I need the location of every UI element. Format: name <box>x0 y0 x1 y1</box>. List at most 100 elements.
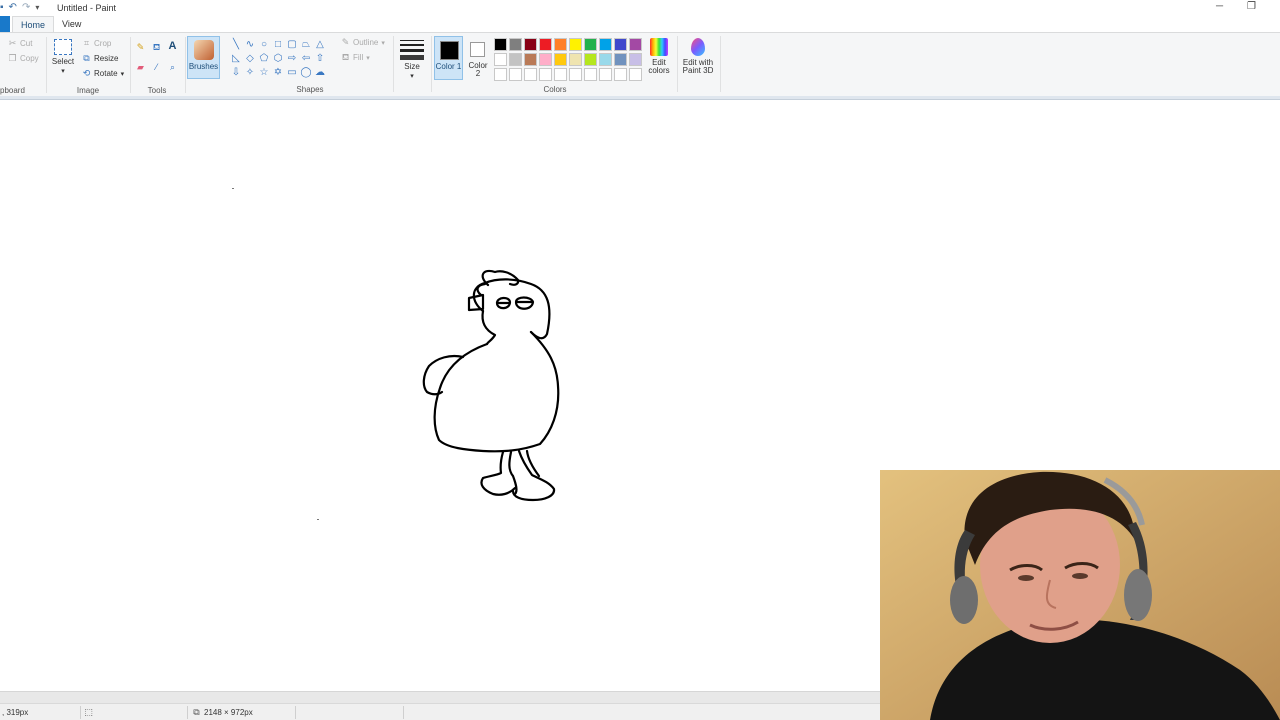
palette-color-swatch[interactable] <box>584 53 597 66</box>
right-triangle-shape-icon[interactable]: ◺ <box>229 52 243 66</box>
magnifier-tool[interactable]: ⌕ <box>168 63 177 72</box>
palette-color-swatch[interactable] <box>554 53 567 66</box>
callout-shape-icon[interactable]: ▭ <box>285 66 299 80</box>
shapes-gallery[interactable]: ╲ ∿ ○ □ ▢ ⏢ △ ◺ ◇ ⬠ ⬡ ⇨ ⇦ ⇧ ⇩ ✧ ☆ ✡ ▭ ◯ … <box>229 38 327 80</box>
rotate-button[interactable]: ⟲ Rotate ▾ <box>82 69 125 79</box>
fill-tool[interactable]: ⛾ <box>152 43 161 52</box>
status-separator <box>295 706 296 719</box>
select-button[interactable]: Select ▾ <box>50 39 76 76</box>
outline-dropdown[interactable]: ✎ Outline ▾ <box>341 38 385 48</box>
color-palette[interactable] <box>493 37 643 82</box>
four-point-star-shape-icon[interactable]: ✧ <box>243 66 257 80</box>
six-point-star-shape-icon[interactable]: ✡ <box>271 66 285 80</box>
status-separator <box>187 706 188 719</box>
save-icon[interactable]: ▪ <box>0 2 4 14</box>
palette-color-swatch[interactable] <box>599 38 612 51</box>
palette-color-swatch[interactable] <box>524 68 537 81</box>
crop-button[interactable]: ⌗ Crop <box>82 39 112 49</box>
polygon-shape-icon[interactable]: ⏢ <box>299 38 313 52</box>
resize-button[interactable]: ⧉ Resize <box>82 54 119 64</box>
scissors-icon: ✂ <box>8 38 17 48</box>
palette-color-swatch[interactable] <box>614 68 627 81</box>
palette-color-swatch[interactable] <box>599 53 612 66</box>
separator <box>431 36 432 92</box>
webcam-overlay <box>880 470 1280 720</box>
undo-icon[interactable]: ↶ <box>9 2 17 14</box>
palette-color-swatch[interactable] <box>569 68 582 81</box>
palette-color-swatch[interactable] <box>629 53 642 66</box>
separator <box>46 37 47 93</box>
brushes-button[interactable]: Brushes <box>187 36 220 79</box>
right-arrow-shape-icon[interactable]: ⇨ <box>285 52 299 66</box>
color1-swatch <box>440 41 459 60</box>
oval-callout-shape-icon[interactable]: ◯ <box>299 66 313 80</box>
up-arrow-shape-icon[interactable]: ⇧ <box>313 52 327 66</box>
palette-color-swatch[interactable] <box>494 68 507 81</box>
palette-color-swatch[interactable] <box>569 53 582 66</box>
size-button[interactable] <box>400 40 424 63</box>
cut-button[interactable]: ✂ Cut <box>8 38 33 49</box>
left-arrow-shape-icon[interactable]: ⇦ <box>299 52 313 66</box>
text-tool[interactable]: A <box>168 41 177 52</box>
horizontal-scrollbar[interactable] <box>0 691 880 703</box>
customize-dropdown-icon[interactable]: ▾ <box>35 2 39 14</box>
bird-doodle <box>422 269 560 502</box>
head-stroke <box>472 278 551 340</box>
tab-home[interactable]: Home <box>12 16 55 32</box>
hexagon-shape-icon[interactable]: ⬡ <box>271 52 285 66</box>
five-point-star-shape-icon[interactable]: ☆ <box>257 66 271 80</box>
minimize-button[interactable]: ─ <box>1216 1 1223 12</box>
palette-color-swatch[interactable] <box>539 38 552 51</box>
palette-color-swatch[interactable] <box>494 38 507 51</box>
ribbon-tabs: Home View <box>0 16 1280 32</box>
oval-shape-icon[interactable]: ○ <box>257 38 271 52</box>
palette-color-swatch[interactable] <box>629 38 642 51</box>
palette-color-swatch[interactable] <box>554 68 567 81</box>
rounded-rectangle-shape-icon[interactable]: ▢ <box>285 38 299 52</box>
palette-color-swatch[interactable] <box>584 68 597 81</box>
palette-color-swatch[interactable] <box>509 68 522 81</box>
restore-button[interactable]: ❐ <box>1247 1 1256 12</box>
copy-icon: ❐ <box>8 53 17 63</box>
palette-color-swatch[interactable] <box>584 38 597 51</box>
status-separator <box>403 706 404 719</box>
curve-shape-icon[interactable]: ∿ <box>243 38 257 52</box>
edit-colors-button[interactable]: Edit colors <box>646 38 672 75</box>
cloud-callout-shape-icon[interactable]: ☁ <box>313 66 327 80</box>
palette-color-swatch[interactable] <box>569 38 582 51</box>
palette-color-swatch[interactable] <box>524 53 537 66</box>
file-tab[interactable] <box>0 16 10 32</box>
resize-label: Resize <box>94 54 119 63</box>
palette-color-swatch[interactable] <box>614 53 627 66</box>
redo-icon[interactable]: ↷ <box>22 2 30 14</box>
crop-label: Crop <box>94 39 112 48</box>
line-shape-icon[interactable]: ╲ <box>229 38 243 52</box>
palette-color-swatch[interactable] <box>629 68 642 81</box>
eraser-tool[interactable]: ▰ <box>136 63 145 72</box>
edit-colors-label: Edit colors <box>648 58 670 75</box>
pentagon-shape-icon[interactable]: ⬠ <box>257 52 271 66</box>
triangle-shape-icon[interactable]: △ <box>313 38 327 52</box>
palette-color-swatch[interactable] <box>539 53 552 66</box>
fill-dropdown[interactable]: ⛾ Fill ▾ <box>341 53 370 63</box>
pencil-tool[interactable]: ✎ <box>136 43 145 52</box>
palette-color-swatch[interactable] <box>614 38 627 51</box>
palette-color-swatch[interactable] <box>599 68 612 81</box>
palette-color-swatch[interactable] <box>494 53 507 66</box>
color2-button[interactable]: Color 2 <box>466 36 490 80</box>
tab-view[interactable]: View <box>62 19 81 29</box>
edit-with-paint3d-button[interactable]: Edit with Paint 3D <box>680 38 716 75</box>
rectangle-shape-icon[interactable]: □ <box>271 38 285 52</box>
color1-button[interactable]: Color 1 <box>434 36 463 80</box>
palette-color-swatch[interactable] <box>539 68 552 81</box>
palette-color-swatch[interactable] <box>524 38 537 51</box>
copy-button[interactable]: ❐ Copy <box>8 53 38 64</box>
diamond-shape-icon[interactable]: ◇ <box>243 52 257 66</box>
palette-color-swatch[interactable] <box>554 38 567 51</box>
chevron-down-icon: ▾ <box>120 70 125 78</box>
palette-color-swatch[interactable] <box>509 38 522 51</box>
pencil-icon: ✎ <box>136 42 145 52</box>
palette-color-swatch[interactable] <box>509 53 522 66</box>
down-arrow-shape-icon[interactable]: ⇩ <box>229 66 243 80</box>
color-picker-tool[interactable]: ⁄ <box>152 63 161 72</box>
